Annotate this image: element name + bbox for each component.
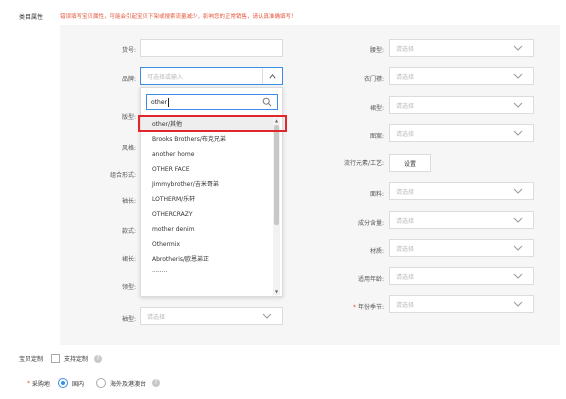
sleeve-type-select[interactable]: 请选择 xyxy=(140,307,283,325)
sleeve-type-placeholder: 请选择 xyxy=(147,313,166,321)
customize-checkbox[interactable] xyxy=(51,354,61,363)
label-collar: 领型: xyxy=(121,284,136,291)
search-icon[interactable] xyxy=(262,97,272,107)
highlight-box xyxy=(138,115,287,132)
label-placket: 衣门襟: xyxy=(363,76,384,83)
label-material: 材质: xyxy=(369,248,384,255)
label-fabric: 面料: xyxy=(369,191,384,198)
label-composition: 成分含量: xyxy=(357,220,384,227)
label-fit: 版型: xyxy=(121,114,136,121)
section-label: 类目属性 xyxy=(19,14,44,21)
select-placeholder: 请选择 xyxy=(396,102,415,110)
domestic-radio[interactable] xyxy=(57,378,68,388)
overseas-radio-label[interactable]: 海外及港澳台 xyxy=(110,379,146,388)
customize-label: 宝贝定制 xyxy=(19,356,44,363)
label-pattern: 图案: xyxy=(369,133,384,140)
pattern-select[interactable]: 请选择 xyxy=(389,124,534,142)
skirt-type-select[interactable]: 请选择 xyxy=(389,96,534,114)
composition-select[interactable]: 请选择 xyxy=(389,211,534,229)
label-design: 款式: xyxy=(121,228,136,235)
brand-option[interactable]: Brooks Brothers/布克兄弟 xyxy=(141,132,273,147)
scrollbar-thumb[interactable] xyxy=(274,125,279,225)
brand-select[interactable]: 可选择或输入 xyxy=(140,67,283,85)
chevron-down-icon xyxy=(513,271,523,281)
select-placeholder: 请选择 xyxy=(396,273,415,281)
material-select[interactable]: 请选择 xyxy=(389,239,534,257)
brand-option[interactable]: OTHER FACE xyxy=(141,162,273,177)
fabric-select[interactable]: 请选择 xyxy=(389,182,534,200)
dropdown-scrollbar[interactable]: ▲ ▼ xyxy=(273,117,280,295)
label-brand: 品牌: xyxy=(121,76,136,83)
label-year-season: * 年份季节: xyxy=(353,304,384,311)
trend-settings-button[interactable]: 设置 xyxy=(389,154,431,172)
brand-option[interactable]: Jimmybrother/吉米哥弟 xyxy=(141,177,273,192)
chevron-down-icon xyxy=(513,71,523,81)
chevron-down-icon xyxy=(513,186,523,196)
chevron-down-icon xyxy=(513,128,523,138)
label-skirt-type: 裙型: xyxy=(369,105,384,112)
notice-text: 错误填写宝贝属性，可能会引起宝贝下架或搜索流量减少，影响您的正常销售，请认真准确… xyxy=(60,14,297,20)
brand-option[interactable]: Othermix xyxy=(141,237,273,252)
brand-option[interactable]: Abrotheris/欧恩弟正 xyxy=(141,252,273,267)
year-season-select[interactable]: 请选择 xyxy=(389,295,534,313)
waist-select[interactable]: 请选择 xyxy=(389,39,534,57)
select-placeholder: 请选择 xyxy=(396,130,415,138)
label-item-no: 货号: xyxy=(121,47,136,54)
label-waist: 腰型: xyxy=(369,47,384,54)
scroll-down-arrow-icon[interactable]: ▼ xyxy=(274,289,279,294)
select-placeholder: 请选择 xyxy=(396,45,415,53)
placket-select[interactable]: 请选择 xyxy=(389,67,534,85)
brand-option[interactable]: ........ xyxy=(141,267,273,277)
brand-option[interactable]: LOTHERM/乐轩 xyxy=(141,192,273,207)
chevron-down-icon xyxy=(513,43,523,53)
text-cursor xyxy=(167,97,169,107)
customize-checkbox-label[interactable]: 支持定制 xyxy=(64,354,88,363)
brand-option[interactable]: another home xyxy=(141,147,273,162)
purchase-location-label: 采购地 xyxy=(31,380,50,388)
overseas-radio[interactable] xyxy=(95,378,106,388)
brand-option[interactable]: mother denim xyxy=(141,222,273,237)
chevron-down-icon xyxy=(513,215,523,225)
chevron-down-icon xyxy=(513,299,523,309)
chevron-down-icon xyxy=(513,243,523,253)
brand-placeholder: 可选择或输入 xyxy=(147,73,184,81)
brand-option-list: other/其他 Brooks Brothers/布克兄弟 another ho… xyxy=(141,117,273,277)
label-style: 风格: xyxy=(121,145,136,152)
label-combination: 组合形式: xyxy=(109,172,136,179)
help-icon[interactable]: ? xyxy=(94,354,103,363)
select-placeholder: 请选择 xyxy=(396,73,415,81)
brand-search-input[interactable]: other xyxy=(146,94,278,110)
label-skirt-length: 裙长: xyxy=(121,256,136,263)
label-age: 适用年龄: xyxy=(357,276,384,283)
chevron-down-icon xyxy=(262,311,272,321)
label-sleeve-length: 袖长: xyxy=(121,198,136,205)
purchase-location-row: * 采购地 国内 海外及港澳台 ? xyxy=(27,378,160,388)
chevron-down-icon xyxy=(513,100,523,110)
select-placeholder: 请选择 xyxy=(396,217,415,225)
select-placeholder: 请选择 xyxy=(396,301,415,309)
brand-search-value: other xyxy=(151,98,167,106)
help-icon[interactable]: ? xyxy=(151,379,160,387)
age-select[interactable]: 请选择 xyxy=(389,267,534,285)
chevron-up-icon[interactable] xyxy=(262,68,282,84)
select-placeholder: 请选择 xyxy=(396,245,415,253)
select-placeholder: 请选择 xyxy=(396,188,415,196)
item-no-input[interactable] xyxy=(140,39,283,57)
domestic-radio-label[interactable]: 国内 xyxy=(72,379,84,388)
label-sleeve-type: 袖型: xyxy=(121,316,136,323)
brand-option[interactable]: OTHERCRAZY xyxy=(141,207,273,222)
customize-row: 宝贝定制 支持定制 ? xyxy=(19,354,103,363)
label-trend-elements: 流行元素/工艺: xyxy=(343,160,384,167)
